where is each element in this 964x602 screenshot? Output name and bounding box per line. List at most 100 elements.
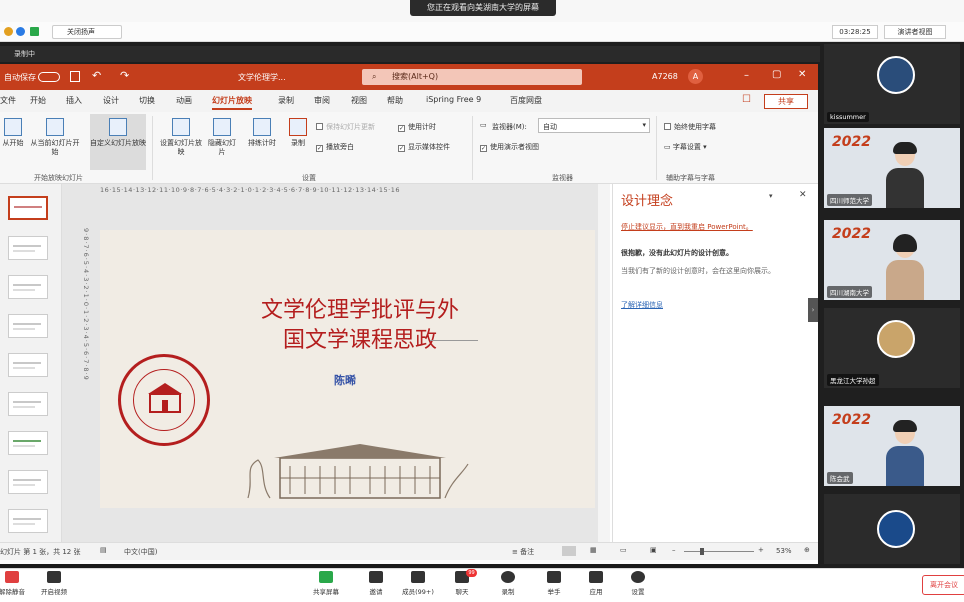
- thumbnail-slide-3[interactable]: [8, 275, 48, 299]
- participant-tile[interactable]: 黑龙江大学孙超: [824, 308, 960, 388]
- rehearse-button[interactable]: 排练计时: [244, 118, 280, 148]
- speaker-toggle[interactable]: 关闭扬声: [52, 25, 122, 39]
- video-button[interactable]: 开启视频: [34, 571, 74, 596]
- tab-record[interactable]: 录制: [278, 95, 294, 106]
- zoom-in-icon[interactable]: +: [758, 546, 764, 554]
- thumbnail-slide-9[interactable]: [8, 509, 48, 533]
- language-status[interactable]: 中文(中国): [124, 547, 157, 557]
- security-icon[interactable]: [4, 27, 13, 36]
- minimize-icon[interactable]: –: [744, 70, 749, 81]
- thumbnail-slide-7[interactable]: [8, 431, 48, 455]
- accessibility-icon[interactable]: ▤: [100, 546, 107, 554]
- stop-suggestions-link[interactable]: 停止建议显示，直到我重启 PowerPoint。: [621, 222, 801, 232]
- tab-slideshow[interactable]: 幻灯片放映: [212, 95, 252, 110]
- close-icon[interactable]: ✕: [798, 69, 806, 80]
- tab-insert[interactable]: 插入: [66, 95, 82, 106]
- info-icon[interactable]: [16, 27, 25, 36]
- raise-hand-button[interactable]: 举手: [534, 571, 574, 596]
- redo-icon[interactable]: ↷: [120, 69, 129, 82]
- comment-icon[interactable]: ☐: [742, 94, 751, 105]
- custom-show-button[interactable]: 自定义幻灯片放映: [90, 114, 146, 170]
- participant-tile[interactable]: 2022 陈会武: [824, 406, 960, 486]
- setup-show-button[interactable]: 设置幻灯片放映: [158, 118, 204, 157]
- thumbnail-slide-6[interactable]: [8, 392, 48, 416]
- mute-button[interactable]: 解除静音: [0, 571, 32, 596]
- fit-slide-icon[interactable]: ⊕: [804, 546, 810, 554]
- workspace-scrollbar[interactable]: [598, 184, 610, 542]
- members-button[interactable]: 成员(99+): [398, 571, 438, 596]
- zoom-out-icon[interactable]: –: [672, 546, 676, 554]
- participant-tile[interactable]: [824, 494, 960, 564]
- tab-design[interactable]: 设计: [103, 95, 119, 106]
- monitor-select[interactable]: 自动 ▾: [538, 118, 650, 133]
- settings-button[interactable]: 设置: [618, 571, 658, 596]
- keep-updated-checkbox[interactable]: 保持幻灯片更新: [316, 122, 375, 132]
- panel-collapse-handle[interactable]: ›: [808, 298, 818, 322]
- sorter-view-icon[interactable]: ▦: [590, 546, 597, 554]
- document-title[interactable]: 文学伦理学...: [238, 72, 286, 83]
- thumbnail-slide-8[interactable]: [8, 470, 48, 494]
- from-start-button[interactable]: 从开始: [0, 118, 26, 148]
- reading-view-icon[interactable]: ▭: [620, 546, 627, 554]
- tab-ispring[interactable]: iSpring Free 9: [426, 95, 481, 104]
- status-bar: 幻灯片 第 1 张，共 12 张 ▤ 中文(中国) ≡ 备注 ▦ ▭ ▣ – +…: [0, 542, 818, 560]
- thumbnail-slide-4[interactable]: [8, 314, 48, 338]
- play-narration-checkbox[interactable]: ✓ 播放旁白: [316, 142, 354, 152]
- autosave-toggle[interactable]: [38, 72, 60, 82]
- record-button[interactable]: 录制: [284, 118, 312, 148]
- group-setup-label: 设置: [302, 174, 316, 182]
- from-current-label: 从当前幻灯片开始: [30, 139, 80, 156]
- record-meeting-icon: [501, 571, 515, 583]
- slideshow-view-icon[interactable]: ▣: [650, 546, 657, 554]
- signal-icon[interactable]: [30, 27, 39, 36]
- share-button[interactable]: 共享: [764, 94, 808, 109]
- subtitle-settings-button[interactable]: ▭ 字幕设置 ▾: [664, 142, 707, 152]
- slide-canvas[interactable]: 文学伦理学批评与外 国文学课程思政 陈晞: [100, 230, 595, 508]
- show-media-checkbox[interactable]: ✓ 显示媒体控件: [398, 142, 450, 152]
- pane-close-icon[interactable]: ✕: [799, 190, 807, 200]
- participant-tile[interactable]: 2022 四川师范大学: [824, 128, 960, 208]
- record-meeting-button[interactable]: 录制: [488, 571, 528, 596]
- tab-baidu[interactable]: 百度网盘: [510, 95, 542, 106]
- participant-tile[interactable]: kissummer: [824, 44, 960, 124]
- thumbnail-slide-5[interactable]: [8, 353, 48, 377]
- always-subtitle-checkbox[interactable]: 始终使用字幕: [664, 122, 716, 132]
- event-logo-text: 2022: [832, 412, 871, 428]
- presenter-view-checkbox[interactable]: ✓ 使用演示者视图: [480, 142, 539, 152]
- chat-button[interactable]: 99 聊天: [442, 569, 482, 596]
- thumbnail-slide-2[interactable]: [8, 236, 48, 260]
- thumbnail-slide-1[interactable]: [8, 196, 48, 220]
- raise-hand-label: 举手: [547, 588, 561, 596]
- tab-transitions[interactable]: 切换: [139, 95, 155, 106]
- user-avatar[interactable]: A: [688, 69, 703, 84]
- participant-tile[interactable]: 2022 四川湖南大学: [824, 220, 960, 300]
- use-timing-checkbox[interactable]: ✓ 使用计时: [398, 122, 436, 132]
- invite-button[interactable]: 邀请: [356, 571, 396, 596]
- zoom-slider-thumb[interactable]: [700, 548, 704, 555]
- zoom-level[interactable]: 53%: [776, 547, 792, 555]
- tab-home[interactable]: 开始: [30, 95, 46, 106]
- tab-animations[interactable]: 动画: [176, 95, 192, 106]
- undo-icon[interactable]: ↶: [92, 69, 101, 82]
- leave-meeting-button[interactable]: 离开会议: [922, 575, 964, 595]
- tab-review[interactable]: 审阅: [314, 95, 330, 106]
- zoom-slider[interactable]: [684, 551, 754, 552]
- apps-button[interactable]: 应用: [576, 571, 616, 596]
- from-current-button[interactable]: 从当前幻灯片开始: [28, 118, 82, 157]
- notes-button[interactable]: ≡ 备注: [512, 547, 534, 557]
- hide-slide-button[interactable]: 隐藏幻灯片: [206, 118, 238, 157]
- search-input[interactable]: ⌕ 搜索(Alt+Q): [362, 69, 582, 85]
- timer-icon: [253, 118, 271, 136]
- hand-icon: [547, 571, 561, 583]
- learn-more-link[interactable]: 了解详细信息: [621, 300, 663, 310]
- pane-options-icon[interactable]: ▾: [769, 192, 773, 200]
- view-switch-button[interactable]: 演讲者视图: [884, 25, 946, 39]
- save-icon[interactable]: [70, 71, 80, 82]
- tab-view[interactable]: 视图: [351, 95, 367, 106]
- maximize-icon[interactable]: ▢: [772, 69, 781, 80]
- normal-view-icon[interactable]: [562, 546, 576, 556]
- tab-help[interactable]: 帮助: [387, 95, 403, 106]
- share-screen-button[interactable]: 共享屏幕: [306, 571, 346, 596]
- tab-file[interactable]: 文件: [0, 95, 16, 106]
- setup-icon: [172, 118, 190, 136]
